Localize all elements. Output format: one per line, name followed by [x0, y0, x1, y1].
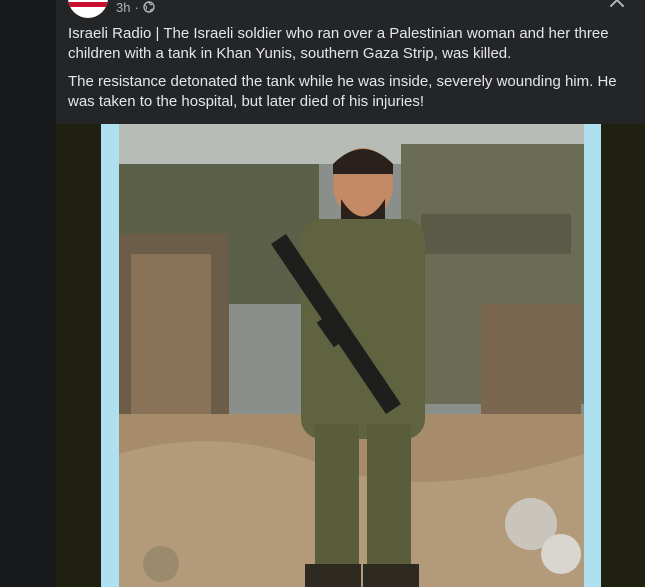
- avatar[interactable]: [68, 0, 108, 18]
- post-meta: 3h ·: [116, 0, 155, 15]
- photo-image: [101, 124, 601, 587]
- globe-icon[interactable]: [143, 1, 155, 13]
- post-card: 3h · Israeli Radio | The Israeli soldier…: [56, 0, 645, 587]
- post-paragraph-2: The resistance detonated the tank while …: [68, 73, 617, 110]
- close-icon[interactable]: [607, 0, 627, 10]
- meta-separator: ·: [134, 0, 139, 15]
- post-paragraph-1: Israeli Radio | The Israeli soldier who …: [68, 25, 609, 62]
- post-timestamp[interactable]: 3h: [116, 0, 130, 15]
- post-header: 3h ·: [56, 0, 645, 22]
- post-photo[interactable]: [56, 124, 645, 587]
- post-text: Israeli Radio | The Israeli soldier who …: [68, 24, 628, 120]
